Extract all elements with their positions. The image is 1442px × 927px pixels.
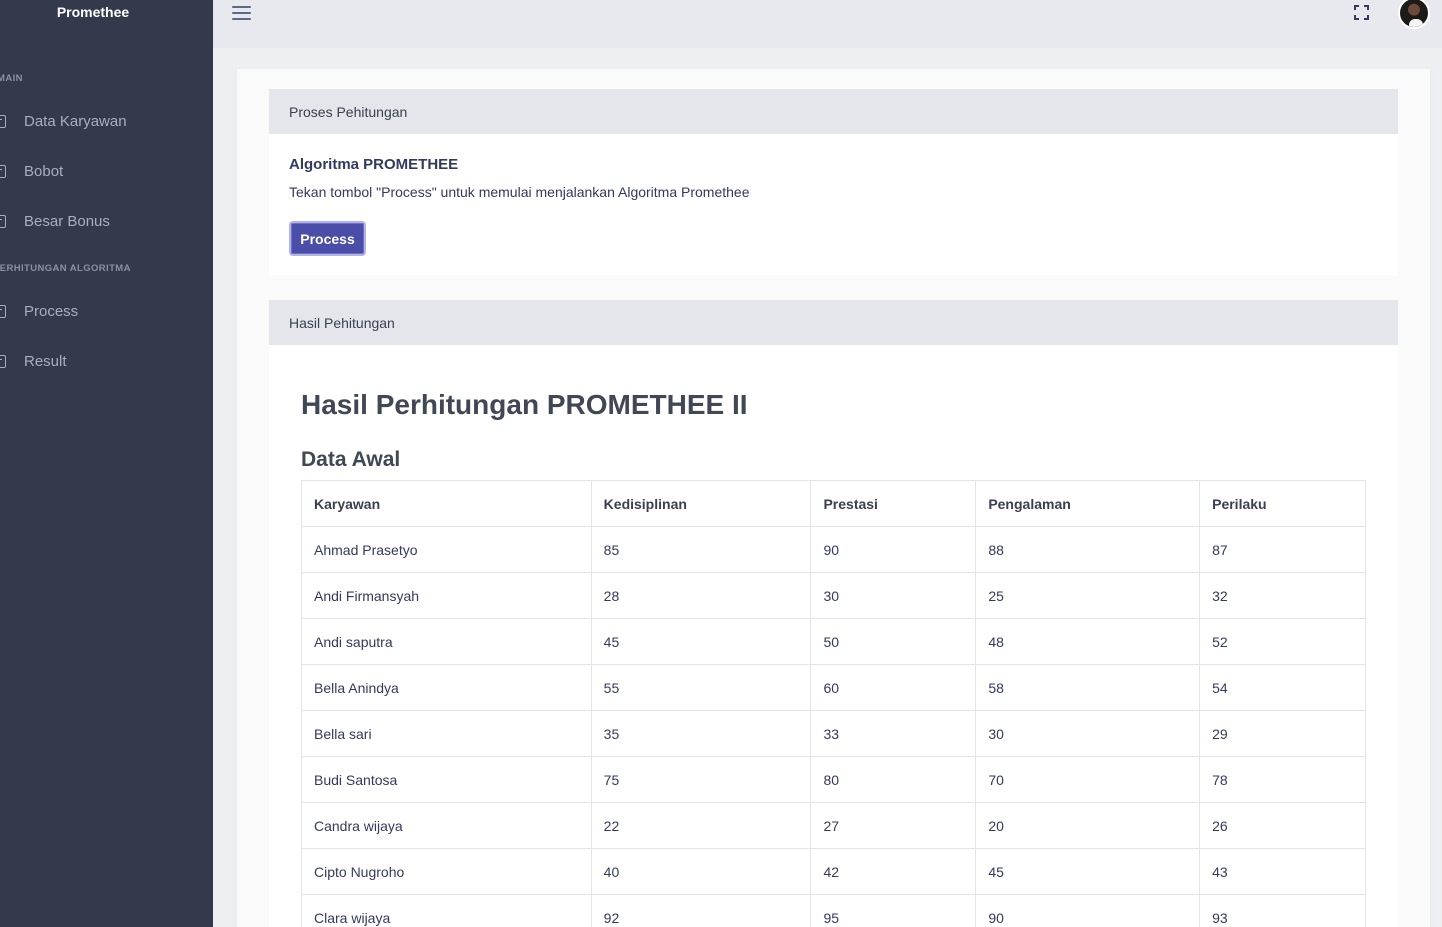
brand-name[interactable]: Promethee <box>0 4 186 20</box>
process-panel: Proses Pehitungan Algoritma PROMETHEE Te… <box>269 89 1398 275</box>
sidebar-item-label: Besar Bonus <box>24 212 110 230</box>
data-awal-title: Data Awal <box>301 448 401 471</box>
cell-pengalaman: 45 <box>975 848 1201 895</box>
document-icon <box>0 304 6 318</box>
result-panel-header: Hasil Pehitungan <box>269 300 1398 345</box>
cell-perilaku: 43 <box>1199 848 1366 895</box>
cell-kedisiplinan: 22 <box>590 802 812 849</box>
cell-perilaku: 52 <box>1199 618 1366 665</box>
column-header-karyawan: Karyawan <box>301 480 592 527</box>
column-header-perilaku: Perilaku <box>1199 480 1366 527</box>
cell-perilaku: 54 <box>1199 664 1366 711</box>
sidebar-item-process[interactable]: Process <box>0 299 78 323</box>
cell-prestasi: 30 <box>810 572 977 619</box>
cell-kedisiplinan: 85 <box>590 526 812 573</box>
cell-karyawan: Bella Anindya <box>301 664 592 711</box>
table-row: Budi Santosa 75 80 70 78 <box>301 756 1366 803</box>
cell-prestasi: 50 <box>810 618 977 665</box>
column-header-kedisiplinan: Kedisiplinan <box>590 480 812 527</box>
process-panel-header: Proses Pehitungan <box>269 89 1398 134</box>
sidebar-item-data-karyawan[interactable]: Data Karyawan <box>0 109 127 133</box>
sidebar-item-bobot[interactable]: Bobot <box>0 159 63 183</box>
algorithm-description: Tekan tombol "Process" untuk memulai men… <box>289 184 750 200</box>
cell-pengalaman: 58 <box>975 664 1201 711</box>
document-icon <box>0 164 6 178</box>
cell-pengalaman: 90 <box>975 894 1201 927</box>
table-row: Ahmad Prasetyo 85 90 88 87 <box>301 526 1366 573</box>
cell-kedisiplinan: 92 <box>590 894 812 927</box>
cell-pengalaman: 70 <box>975 756 1201 803</box>
cell-pengalaman: 88 <box>975 526 1201 573</box>
cell-pengalaman: 30 <box>975 710 1201 757</box>
cell-pengalaman: 48 <box>975 618 1201 665</box>
document-icon <box>0 114 6 128</box>
cell-pengalaman: 25 <box>975 572 1201 619</box>
process-button[interactable]: Process <box>289 221 366 256</box>
cell-karyawan: Andi Firmansyah <box>301 572 592 619</box>
cell-karyawan: Bella sari <box>301 710 592 757</box>
cell-kedisiplinan: 40 <box>590 848 812 895</box>
column-header-prestasi: Prestasi <box>810 480 977 527</box>
sidebar-item-besar-bonus[interactable]: Besar Bonus <box>0 209 110 233</box>
cell-karyawan: Cipto Nugroho <box>301 848 592 895</box>
table-row: Andi Firmansyah 28 30 25 32 <box>301 572 1366 619</box>
cell-perilaku: 29 <box>1199 710 1366 757</box>
user-avatar[interactable] <box>1398 0 1430 29</box>
sidebar: Promethee MAIN Data Karyawan Bobot Besar… <box>0 0 213 927</box>
cell-kedisiplinan: 35 <box>590 710 812 757</box>
table-row: Cipto Nugroho 40 42 45 43 <box>301 848 1366 895</box>
sidebar-item-label: Data Karyawan <box>24 112 127 130</box>
cell-perilaku: 87 <box>1199 526 1366 573</box>
result-title: Hasil Perhitungan PROMETHEE II <box>301 389 748 420</box>
cell-prestasi: 42 <box>810 848 977 895</box>
cell-pengalaman: 20 <box>975 802 1201 849</box>
data-awal-table: Karyawan Kedisiplinan Prestasi Pengalama… <box>301 480 1366 927</box>
menu-header-main: MAIN <box>0 73 23 84</box>
menu-header-perhitungan: PERHITUNGAN ALGORITMA <box>0 263 131 274</box>
sidebar-item-label: Result <box>24 352 67 370</box>
sidebar-item-result[interactable]: Result <box>0 349 67 373</box>
cell-kedisiplinan: 28 <box>590 572 812 619</box>
cell-perilaku: 32 <box>1199 572 1366 619</box>
sidebar-item-label: Process <box>24 302 79 320</box>
cell-prestasi: 60 <box>810 664 977 711</box>
table-row: Candra wijaya 22 27 20 26 <box>301 802 1366 849</box>
cell-perilaku: 78 <box>1199 756 1366 803</box>
sidebar-item-label: Bobot <box>24 162 64 180</box>
document-icon <box>0 214 6 228</box>
cell-perilaku: 93 <box>1199 894 1366 927</box>
cell-prestasi: 27 <box>810 802 977 849</box>
cell-perilaku: 26 <box>1199 802 1366 849</box>
column-header-pengalaman: Pengalaman <box>975 480 1201 527</box>
cell-prestasi: 80 <box>810 756 977 803</box>
table-row: Andi saputra 45 50 48 52 <box>301 618 1366 665</box>
hamburger-icon[interactable] <box>232 6 251 20</box>
cell-karyawan: Andi saputra <box>301 618 592 665</box>
table-row: Bella sari 35 33 30 29 <box>301 710 1366 757</box>
cell-prestasi: 95 <box>810 894 977 927</box>
cell-prestasi: 90 <box>810 526 977 573</box>
cell-karyawan: Ahmad Prasetyo <box>301 526 592 573</box>
cell-prestasi: 33 <box>810 710 977 757</box>
cell-kedisiplinan: 55 <box>590 664 812 711</box>
document-icon <box>0 354 6 368</box>
cell-karyawan: Budi Santosa <box>301 756 592 803</box>
table-header-row: Karyawan Kedisiplinan Prestasi Pengalama… <box>301 480 1366 527</box>
table-row: Bella Anindya 55 60 58 54 <box>301 664 1366 711</box>
algorithm-title: Algoritma PROMETHEE <box>289 156 459 173</box>
top-navbar <box>213 0 1442 48</box>
cell-karyawan: Candra wijaya <box>301 802 592 849</box>
fullscreen-icon[interactable] <box>1354 5 1369 20</box>
table-row: Clara wijaya 92 95 90 93 <box>301 894 1366 927</box>
result-panel: Hasil Pehitungan Hasil Perhitungan PROME… <box>269 300 1398 927</box>
cell-kedisiplinan: 45 <box>590 618 812 665</box>
cell-karyawan: Clara wijaya <box>301 894 592 927</box>
cell-kedisiplinan: 75 <box>590 756 812 803</box>
